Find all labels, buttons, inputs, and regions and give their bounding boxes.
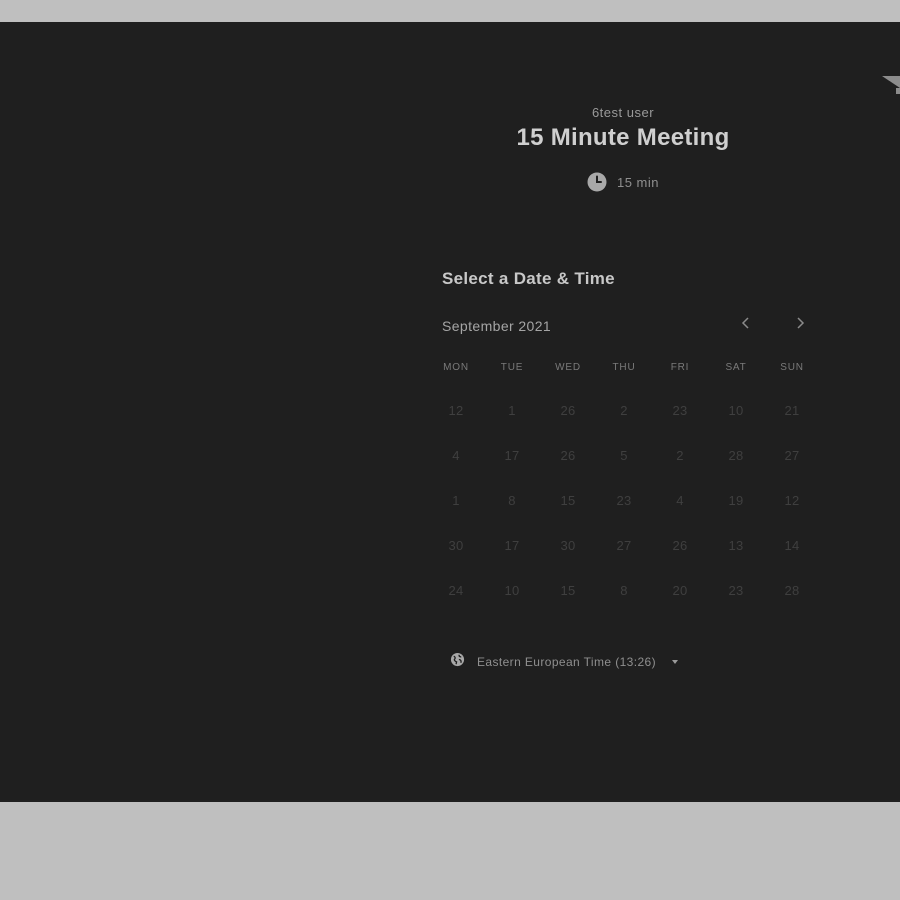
calendar-day: 30 <box>560 538 576 553</box>
calendar-day: 1 <box>508 403 516 418</box>
timezone-selector[interactable]: Eastern European Time (13:26) <box>450 652 679 672</box>
calendar-day: 19 <box>728 493 744 508</box>
scheduling-panel: 6test user 15 Minute Meeting 15 min Sele… <box>0 22 900 802</box>
calendar-day: 28 <box>784 583 800 598</box>
weekday-label: WED <box>555 362 581 373</box>
calendar-day: 26 <box>560 448 576 463</box>
caret-down-icon <box>672 660 679 664</box>
weekday-label: MON <box>443 362 469 373</box>
month-label: September 2021 <box>442 318 552 334</box>
next-month-button[interactable] <box>789 314 811 336</box>
weekday-label: TUE <box>500 362 524 373</box>
calendar-day: 24 <box>448 583 464 598</box>
calendar-day: 1 <box>452 493 460 508</box>
calendar-day: 10 <box>504 583 520 598</box>
calendar-day: 4 <box>452 448 460 463</box>
weekday-label: FRI <box>670 362 690 373</box>
calendar-day: 2 <box>676 448 684 463</box>
calendar-day: 12 <box>784 493 800 508</box>
weekday-label: SAT <box>725 362 747 373</box>
calendar-day: 13 <box>728 538 744 553</box>
calendar-day: 23 <box>672 403 688 418</box>
chevron-right-icon <box>795 316 805 334</box>
weekday-header: MON TUE WED THU FRI SAT SUN <box>428 362 820 373</box>
calendar-day: 27 <box>784 448 800 463</box>
calendar-day: 4 <box>676 493 684 508</box>
weekday-label: THU <box>612 362 636 373</box>
calendar-day: 23 <box>728 583 744 598</box>
calendar-day: 17 <box>504 538 520 553</box>
event-duration: 15 min <box>440 172 806 192</box>
calendar-day: 20 <box>672 583 688 598</box>
clock-icon <box>587 172 607 192</box>
calendar-day: 8 <box>620 583 628 598</box>
calendar-week: 12 1 26 2 23 10 21 <box>428 388 820 433</box>
calendar-day: 26 <box>560 403 576 418</box>
calendar-week: 1 8 15 23 4 19 12 <box>428 478 820 523</box>
calendar-day: 2 <box>620 403 628 418</box>
calendar-grid: 12 1 26 2 23 10 21 4 17 26 5 2 28 27 1 8… <box>428 388 820 613</box>
corner-ribbon-tail <box>896 88 900 94</box>
calendar-day: 30 <box>448 538 464 553</box>
calendar-day: 12 <box>448 403 464 418</box>
calendar-day: 23 <box>616 493 632 508</box>
calendar-day: 21 <box>784 403 800 418</box>
calendar-day: 27 <box>616 538 632 553</box>
timezone-label: Eastern European Time (13:26) <box>477 655 657 669</box>
globe-icon <box>450 652 465 672</box>
calendar-week: 4 17 26 5 2 28 27 <box>428 433 820 478</box>
calendar-day: 17 <box>504 448 520 463</box>
calendar-day: 15 <box>560 493 576 508</box>
calendar-day: 26 <box>672 538 688 553</box>
corner-ribbon <box>882 76 900 88</box>
chevron-left-icon <box>741 316 751 334</box>
duration-label: 15 min <box>616 174 660 190</box>
previous-month-button[interactable] <box>735 314 757 336</box>
calendar-day: 10 <box>728 403 744 418</box>
calendar-day: 14 <box>784 538 800 553</box>
event-title: 15 Minute Meeting <box>516 124 730 151</box>
calendar-day: 28 <box>728 448 744 463</box>
weekday-label: SUN <box>780 362 804 373</box>
calendar-week: 24 10 15 8 20 23 28 <box>428 568 820 613</box>
calendar-week: 30 17 30 27 26 13 14 <box>428 523 820 568</box>
calendar-day: 15 <box>560 583 576 598</box>
calendar-day: 8 <box>508 493 516 508</box>
calendar-day: 5 <box>620 448 628 463</box>
host-name: 6test user <box>591 105 655 120</box>
select-date-heading: Select a Date & Time <box>442 269 615 288</box>
